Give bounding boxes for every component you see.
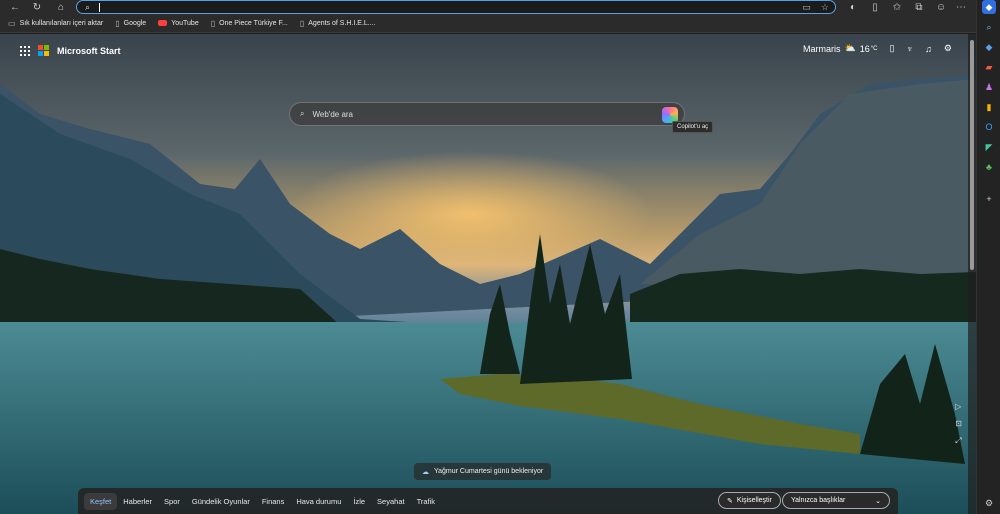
feed-mode-label: Yalnızca başlıklar (791, 497, 846, 504)
home-icon[interactable]: ⌂ (54, 0, 68, 14)
edit-icon: ✎ (727, 497, 733, 505)
drop-icon[interactable]: ◤ (982, 140, 996, 154)
weather-notice-text: Yağmur Cumartesi günü bekleniyor (434, 468, 544, 475)
notifications-icon[interactable]: ♫ (925, 44, 932, 54)
weather-notice[interactable]: ☁ Yağmur Cumartesi günü bekleniyor (414, 463, 552, 480)
page-scrollbar[interactable] (968, 34, 976, 514)
tab-kesfet[interactable]: Keşfet (84, 492, 118, 510)
partly-cloudy-icon: ⛅ (844, 43, 856, 53)
phone-icon[interactable]: ▯ (889, 43, 894, 54)
search-icon[interactable]: ⌕ (982, 20, 996, 34)
office-icon[interactable]: ▮ (982, 100, 996, 114)
tab-gundelik-oyunlar[interactable]: Gündelik Oyunlar (186, 493, 256, 510)
tab-hava-durumu[interactable]: Hava durumu (290, 493, 347, 510)
personalize-label: Kişiselleştir (736, 497, 772, 504)
brand-name[interactable]: Microsoft Start (57, 46, 121, 56)
brand-header: Microsoft Start (20, 45, 121, 56)
copilot-sidebar-icon[interactable]: ◆ (982, 0, 996, 14)
bookmark-agents-of-shield[interactable]: ▯ Agents of S.H.I.E.L.... (300, 19, 376, 28)
rain-cloud-icon: ☁ (422, 468, 429, 476)
weather-widget[interactable]: Marmaris ⛅ 16 °C (803, 43, 877, 54)
refresh-icon[interactable]: ↻ (30, 0, 44, 14)
bookmarks-bar: ▭ Sık kullanılanları içeri aktar ▯ Google … (0, 14, 1000, 33)
bookmark-google[interactable]: ▯ Google (115, 19, 146, 28)
tab-spor[interactable]: Spor (158, 493, 186, 510)
browser-toolbar: ← ↻ ⌂ ⌕ ▭ ☆ ◐ ▯ ✩ ⧉ ☺ ⋯ (0, 0, 1000, 14)
add-icon[interactable]: + (982, 192, 996, 206)
scrollbar-thumb[interactable] (970, 40, 974, 270)
feed-mode-dropdown[interactable]: Yalnızca başlıklar ⌄ (782, 492, 890, 509)
tab-haberler[interactable]: Haberler (117, 493, 158, 510)
tab-seyahat[interactable]: Seyahat (371, 493, 411, 510)
settings-gear-icon[interactable]: ⚙ (944, 43, 952, 54)
page-icon: ▯ (210, 18, 216, 28)
chevron-down-icon: ⌄ (875, 497, 881, 505)
more-menu-icon[interactable]: ⋯ (954, 0, 968, 14)
bookmark-youtube[interactable]: YouTube (158, 20, 199, 27)
split-screen-icon[interactable]: ▯ (868, 0, 882, 14)
background-controls: ▷ ⊡ ⤢ (955, 402, 962, 446)
browser-essentials-icon[interactable]: ◐ (846, 0, 860, 14)
header-actions: Marmaris ⛅ 16 °C ▯ ♆ ♫ ⚙ (803, 43, 952, 54)
expand-icon[interactable]: ⤢ (955, 436, 962, 446)
copilot-tooltip: Copilot'u aç (672, 121, 714, 133)
tab-izle[interactable]: İzle (347, 493, 371, 510)
tree-icon[interactable]: ♣ (982, 160, 996, 174)
personalize-button[interactable]: ✎ Kişiselleştir (718, 492, 781, 509)
folder-icon: ▭ (8, 18, 16, 28)
youtube-icon (158, 20, 168, 26)
page-icon: ▯ (299, 18, 305, 28)
games-icon[interactable]: ♟ (982, 80, 996, 94)
feedback-icon[interactable]: ☺ (934, 0, 948, 14)
tab-finans[interactable]: Finans (256, 493, 291, 510)
reader-view-icon[interactable]: ▭ (802, 2, 811, 13)
play-icon[interactable]: ▷ (955, 402, 962, 411)
rewards-icon[interactable]: ♆ (906, 44, 913, 54)
favorites-icon[interactable]: ✩ (890, 0, 904, 14)
address-bar[interactable]: ⌕ ▭ ☆ (76, 0, 836, 14)
tools-icon[interactable]: ▰ (982, 60, 996, 74)
settings-gear-icon[interactable]: ⚙ (982, 496, 996, 510)
outlook-icon[interactable]: O (982, 120, 996, 134)
microsoft-logo-icon (38, 45, 49, 56)
tab-trafik[interactable]: Trafik (411, 493, 441, 510)
page-icon: ▯ (115, 18, 120, 28)
text-cursor (99, 3, 100, 12)
search-input[interactable]: Web'de ara (312, 110, 353, 119)
collections-icon[interactable]: ⧉ (912, 0, 926, 14)
app-launcher-icon[interactable] (20, 45, 30, 56)
page-content: Microsoft Start Marmaris ⛅ 16 °C ▯ ♆ ♫ ⚙ … (0, 34, 976, 514)
bookmark-one-piece[interactable]: ▯ One Piece Türkiye F... (211, 19, 288, 28)
info-icon[interactable]: ⊡ (955, 419, 962, 428)
browser-sidebar: ◆ ⌕ ◆ ▰ ♟ ▮ O ◤ ♣ + ⚙ (976, 0, 1000, 514)
web-search-box[interactable]: ⌕ Web'de ara (289, 102, 685, 126)
shopping-icon[interactable]: ◆ (982, 40, 996, 54)
favorite-star-icon[interactable]: ☆ (821, 2, 829, 13)
location-label: Marmaris (803, 43, 841, 54)
temperature-value: 16 (859, 43, 870, 54)
search-icon: ⌕ (300, 109, 305, 118)
search-icon: ⌕ (85, 2, 91, 12)
temperature-unit: °C (870, 45, 878, 52)
bookmark-import[interactable]: ▭ Sık kullanılanları içeri aktar (8, 19, 103, 28)
back-icon[interactable]: ← (8, 0, 22, 14)
